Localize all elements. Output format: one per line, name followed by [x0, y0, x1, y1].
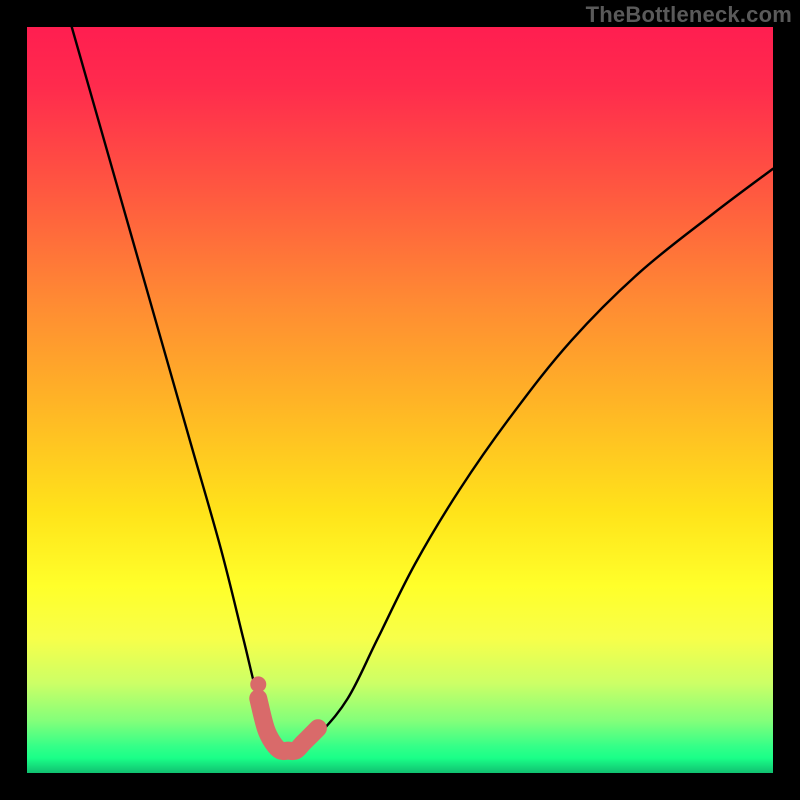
highlight-dot-icon — [250, 676, 266, 692]
bottleneck-curve — [72, 27, 773, 753]
watermark-text: TheBottleneck.com — [586, 2, 792, 28]
plot-area — [27, 27, 773, 773]
curve-layer — [27, 27, 773, 773]
highlight-band — [258, 698, 318, 751]
chart-frame — [27, 27, 773, 773]
